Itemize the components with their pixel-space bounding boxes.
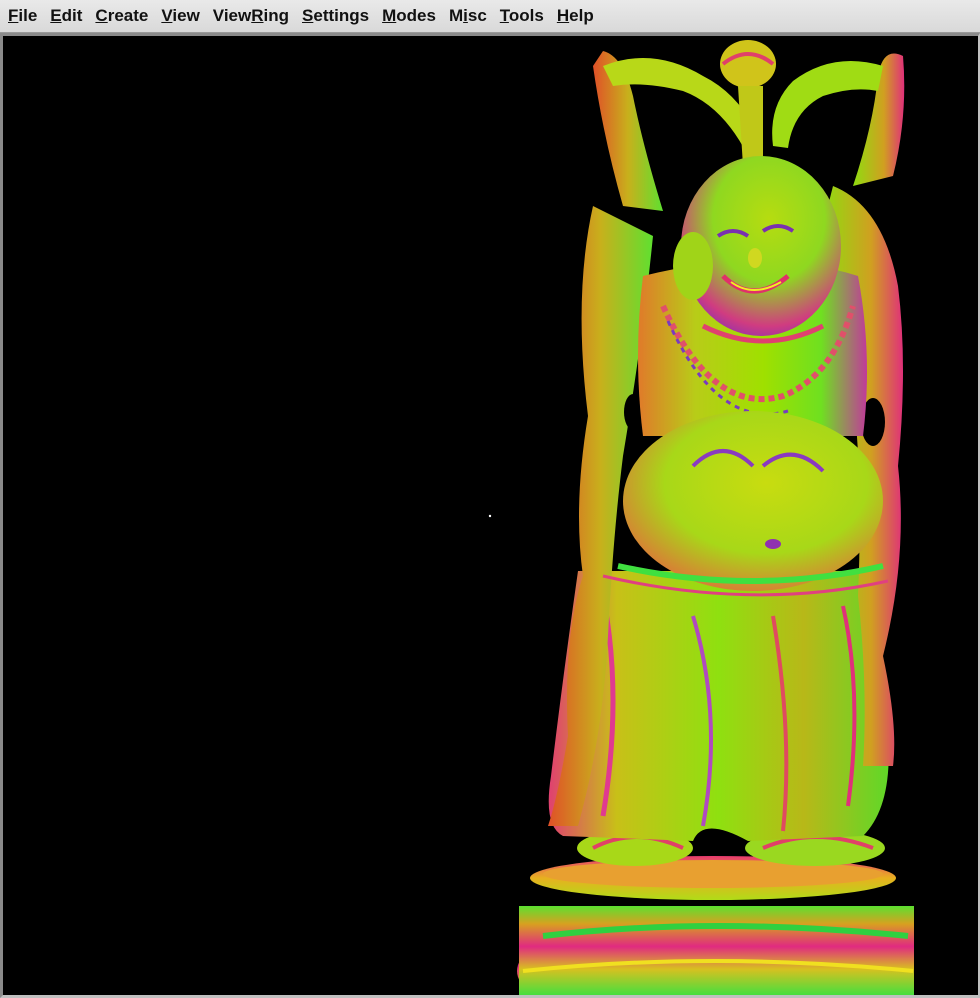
3d-viewport[interactable] (0, 33, 980, 998)
pedestal (517, 856, 914, 995)
menu-help[interactable]: Help (557, 6, 594, 26)
buddha-model-render[interactable] (3, 36, 978, 995)
menu-tools[interactable]: Tools (500, 6, 544, 26)
menu-bar: File Edit Create View ViewRing Settings … (0, 0, 980, 33)
menu-modes[interactable]: Modes (382, 6, 436, 26)
menu-view[interactable]: View (161, 6, 199, 26)
menu-settings[interactable]: Settings (302, 6, 369, 26)
menu-create[interactable]: Create (95, 6, 148, 26)
held-bowl (720, 40, 776, 88)
menu-misc[interactable]: Misc (449, 6, 487, 26)
menu-viewring[interactable]: ViewRing (213, 6, 289, 26)
menu-file[interactable]: File (8, 6, 37, 26)
menu-edit[interactable]: Edit (50, 6, 82, 26)
right-hand (772, 61, 883, 148)
belly (623, 411, 883, 591)
cursor-dot (488, 514, 492, 518)
